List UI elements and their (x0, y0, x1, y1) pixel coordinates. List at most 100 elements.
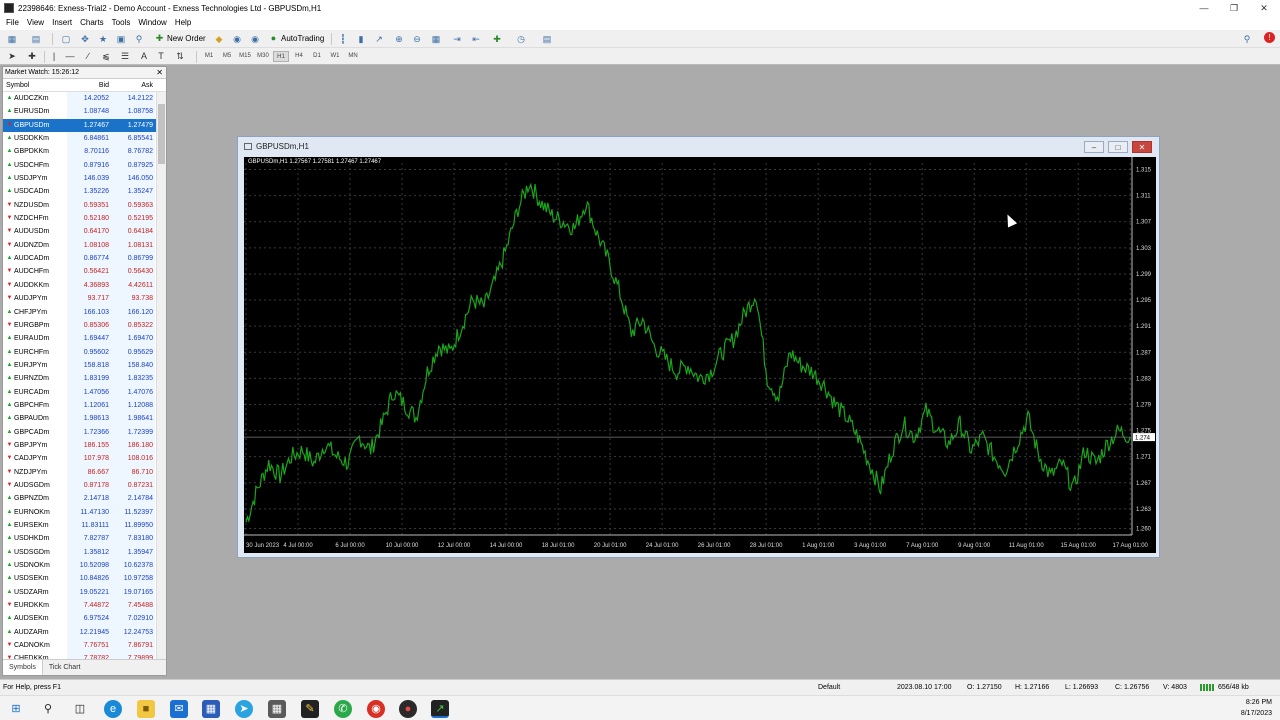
symbol-row[interactable]: ▲ AUDCZKm 14.2052 14.2122 (3, 92, 156, 106)
timeframe-m30[interactable]: M30 (255, 51, 271, 62)
channel-icon[interactable]: ⫹ (100, 50, 112, 62)
chart-shift-icon[interactable]: ⇥ (451, 33, 463, 45)
data-window-icon[interactable]: ✥ (79, 33, 91, 45)
profiles-icon[interactable]: ▤ (30, 33, 42, 45)
taskbar-clock[interactable]: 8:26 PM 8/17/2023 (1241, 697, 1272, 719)
timeframe-m1[interactable]: M1 (201, 51, 217, 62)
symbol-row[interactable]: ▼ EURDKKm 7.44872 7.45488 (3, 599, 156, 613)
symbol-row[interactable]: ▼ AUDJPYm 93.717 93.738 (3, 292, 156, 306)
telegram-icon[interactable]: ➤ (235, 700, 253, 718)
sticky-notes-icon[interactable]: ✎ (301, 700, 319, 718)
chrome-icon[interactable]: ◉ (367, 700, 385, 718)
tab-symbols[interactable]: Symbols (3, 660, 43, 675)
menu-charts[interactable]: Charts (76, 16, 108, 30)
symbol-row[interactable]: ▲ AUDSEKm 6.97524 7.02910 (3, 612, 156, 626)
market-watch-scrollbar[interactable] (156, 92, 166, 660)
symbol-row[interactable]: ▲ AUDZARm 12.21945 12.24753 (3, 625, 156, 640)
symbol-row[interactable]: ▼ AUDDKKm 4.36893 4.42611 (3, 278, 156, 293)
cursor-icon[interactable]: ➤ (6, 50, 18, 62)
minimize-button[interactable]: — (1188, 0, 1220, 16)
symbol-row[interactable]: ▲ USDHKDm 7.82787 7.83180 (3, 532, 156, 546)
zoom-in-icon[interactable]: ⊕ (393, 33, 405, 45)
symbol-row[interactable]: ▼ NZDCHFm 0.52180 0.52195 (3, 212, 156, 226)
strategy-tester-icon[interactable]: ⚲ (133, 33, 145, 45)
symbol-row[interactable]: ▲ GBPCHFm 1.12061 1.12088 (3, 398, 156, 413)
symbol-row[interactable]: ▼ AUDUSDm 0.64170 0.64184 (3, 225, 156, 239)
menu-tools[interactable]: Tools (108, 16, 135, 30)
menu-insert[interactable]: Insert (48, 16, 76, 30)
signals-icon[interactable]: ◉ (231, 33, 243, 45)
text-icon[interactable]: A (138, 50, 150, 62)
store-icon[interactable]: ▦ (202, 700, 220, 718)
menu-file[interactable]: File (2, 16, 23, 30)
column-ask[interactable]: Ask (111, 79, 155, 91)
new-order-button[interactable]: ✚ New Order (153, 32, 206, 46)
navigator-icon[interactable]: ★ (97, 33, 109, 45)
symbol-row[interactable]: ▲ USDDKKm 6.84861 6.85541 (3, 132, 156, 146)
symbol-row[interactable]: ▼ AUDSGDm 0.87178 0.87231 (3, 478, 156, 493)
notification-icon[interactable]: ! (1264, 32, 1275, 43)
symbol-row[interactable]: ▲ EURAUDm 1.69447 1.69470 (3, 332, 156, 346)
crosshair-icon[interactable]: ✚ (26, 50, 38, 62)
metatrader-icon[interactable]: ↗ (431, 700, 449, 718)
scrollbar-thumb[interactable] (158, 104, 165, 164)
close-icon[interactable]: ✕ (156, 67, 163, 79)
symbol-row[interactable]: ▲ EURNOKm 11.47130 11.52397 (3, 505, 156, 519)
terminal-icon[interactable]: ▣ (115, 33, 127, 45)
symbol-row[interactable]: ▼ NZDUSDm 0.59351 0.59363 (3, 198, 156, 213)
symbol-row[interactable]: ▲ GBPAUDm 1.98613 1.98641 (3, 412, 156, 426)
symbol-row[interactable]: ▲ EURJPYm 158.818 158.840 (3, 358, 156, 373)
symbol-row[interactable]: ▲ EURUSDm 1.08748 1.08758 (3, 105, 156, 119)
zoom-out-icon[interactable]: ⊖ (411, 33, 423, 45)
metaeditor-icon[interactable]: ◆ (213, 33, 225, 45)
line-chart-icon[interactable]: ↗ (373, 33, 385, 45)
new-chart-icon[interactable]: ▦ (6, 33, 18, 45)
autotrading-button[interactable]: ● AutoTrading (267, 32, 325, 46)
search-icon[interactable]: ⚲ (39, 700, 57, 718)
chart-close-button[interactable]: ✕ (1132, 141, 1152, 153)
symbol-row[interactable]: ▼ EURGBPm 0.85306 0.85322 (3, 318, 156, 333)
file-explorer-icon[interactable]: ■ (137, 700, 155, 718)
timeframe-d1[interactable]: D1 (309, 51, 325, 62)
market-watch-icon[interactable]: ▢ (60, 33, 72, 45)
symbol-row[interactable]: ▲ USDJPYm 146.039 146.050 (3, 172, 156, 186)
tile-windows-icon[interactable]: ▦ (430, 33, 442, 45)
mail-icon[interactable]: ✉ (170, 700, 188, 718)
timeframe-m5[interactable]: M5 (219, 51, 235, 62)
menu-help[interactable]: Help (171, 16, 195, 30)
autoscroll-icon[interactable]: ⇤ (470, 33, 482, 45)
periods-icon[interactable]: ◷ (515, 33, 527, 45)
candlestick-icon[interactable]: ▮ (355, 33, 367, 45)
symbol-row[interactable]: ▲ EURSEKm 11.83111 11.89950 (3, 519, 156, 533)
text-label-icon[interactable]: T (155, 50, 167, 62)
timeframe-h1[interactable]: H1 (273, 51, 289, 62)
menu-window[interactable]: Window (134, 16, 170, 30)
edge-icon[interactable]: e (104, 700, 122, 718)
symbol-row[interactable]: ▲ GBPCADm 1.72366 1.72399 (3, 425, 156, 439)
start-icon[interactable]: ⊞ (7, 700, 25, 718)
tab-tick-chart[interactable]: Tick Chart (43, 660, 87, 675)
search-icon[interactable]: ⚲ (1241, 33, 1253, 45)
chart-window[interactable]: GBPUSDm,H1 – □ ✕ 1.315 1.311 1.307 1.303 1.2… (237, 136, 1160, 558)
price-chart[interactable]: 1.315 1.311 1.307 1.303 1.299 1.295 1.291 1.287… (244, 157, 1156, 553)
horizontal-line-icon[interactable]: — (64, 50, 76, 62)
symbol-row[interactable]: ▲ USDCHFm 0.87916 0.87925 (3, 158, 156, 173)
symbol-row[interactable]: ▲ GBPDKKm 8.70116 8.76782 (3, 145, 156, 159)
symbol-row[interactable]: ▼ CADNOKm 7.76751 7.86791 (3, 639, 156, 653)
chart-minimize-button[interactable]: – (1084, 141, 1104, 153)
chart-maximize-button[interactable]: □ (1108, 141, 1128, 153)
symbol-row[interactable]: ▲ USDNOKm 10.52098 10.62378 (3, 559, 156, 573)
symbol-row[interactable]: ▼ NZDJPYm 86.667 86.710 (3, 465, 156, 479)
symbol-row[interactable]: ▲ USDSEKm 10.84826 10.97258 (3, 572, 156, 586)
symbol-row[interactable]: ▲ USDSGDm 1.35812 1.35947 (3, 545, 156, 560)
trendline-icon[interactable]: ∕ (82, 50, 94, 62)
timeframe-h4[interactable]: H4 (291, 51, 307, 62)
timeframe-mn[interactable]: MN (345, 51, 361, 62)
app-icon-red[interactable]: ● (399, 700, 417, 718)
arrows-icon[interactable]: ⇅ (174, 50, 186, 62)
symbol-row[interactable]: ▲ EURNZDm 1.83199 1.83235 (3, 372, 156, 386)
menu-view[interactable]: View (23, 16, 48, 30)
restore-button[interactable]: ❐ (1218, 0, 1250, 16)
close-button[interactable]: ✕ (1248, 0, 1280, 16)
task-view-icon[interactable]: ◫ (71, 700, 89, 718)
